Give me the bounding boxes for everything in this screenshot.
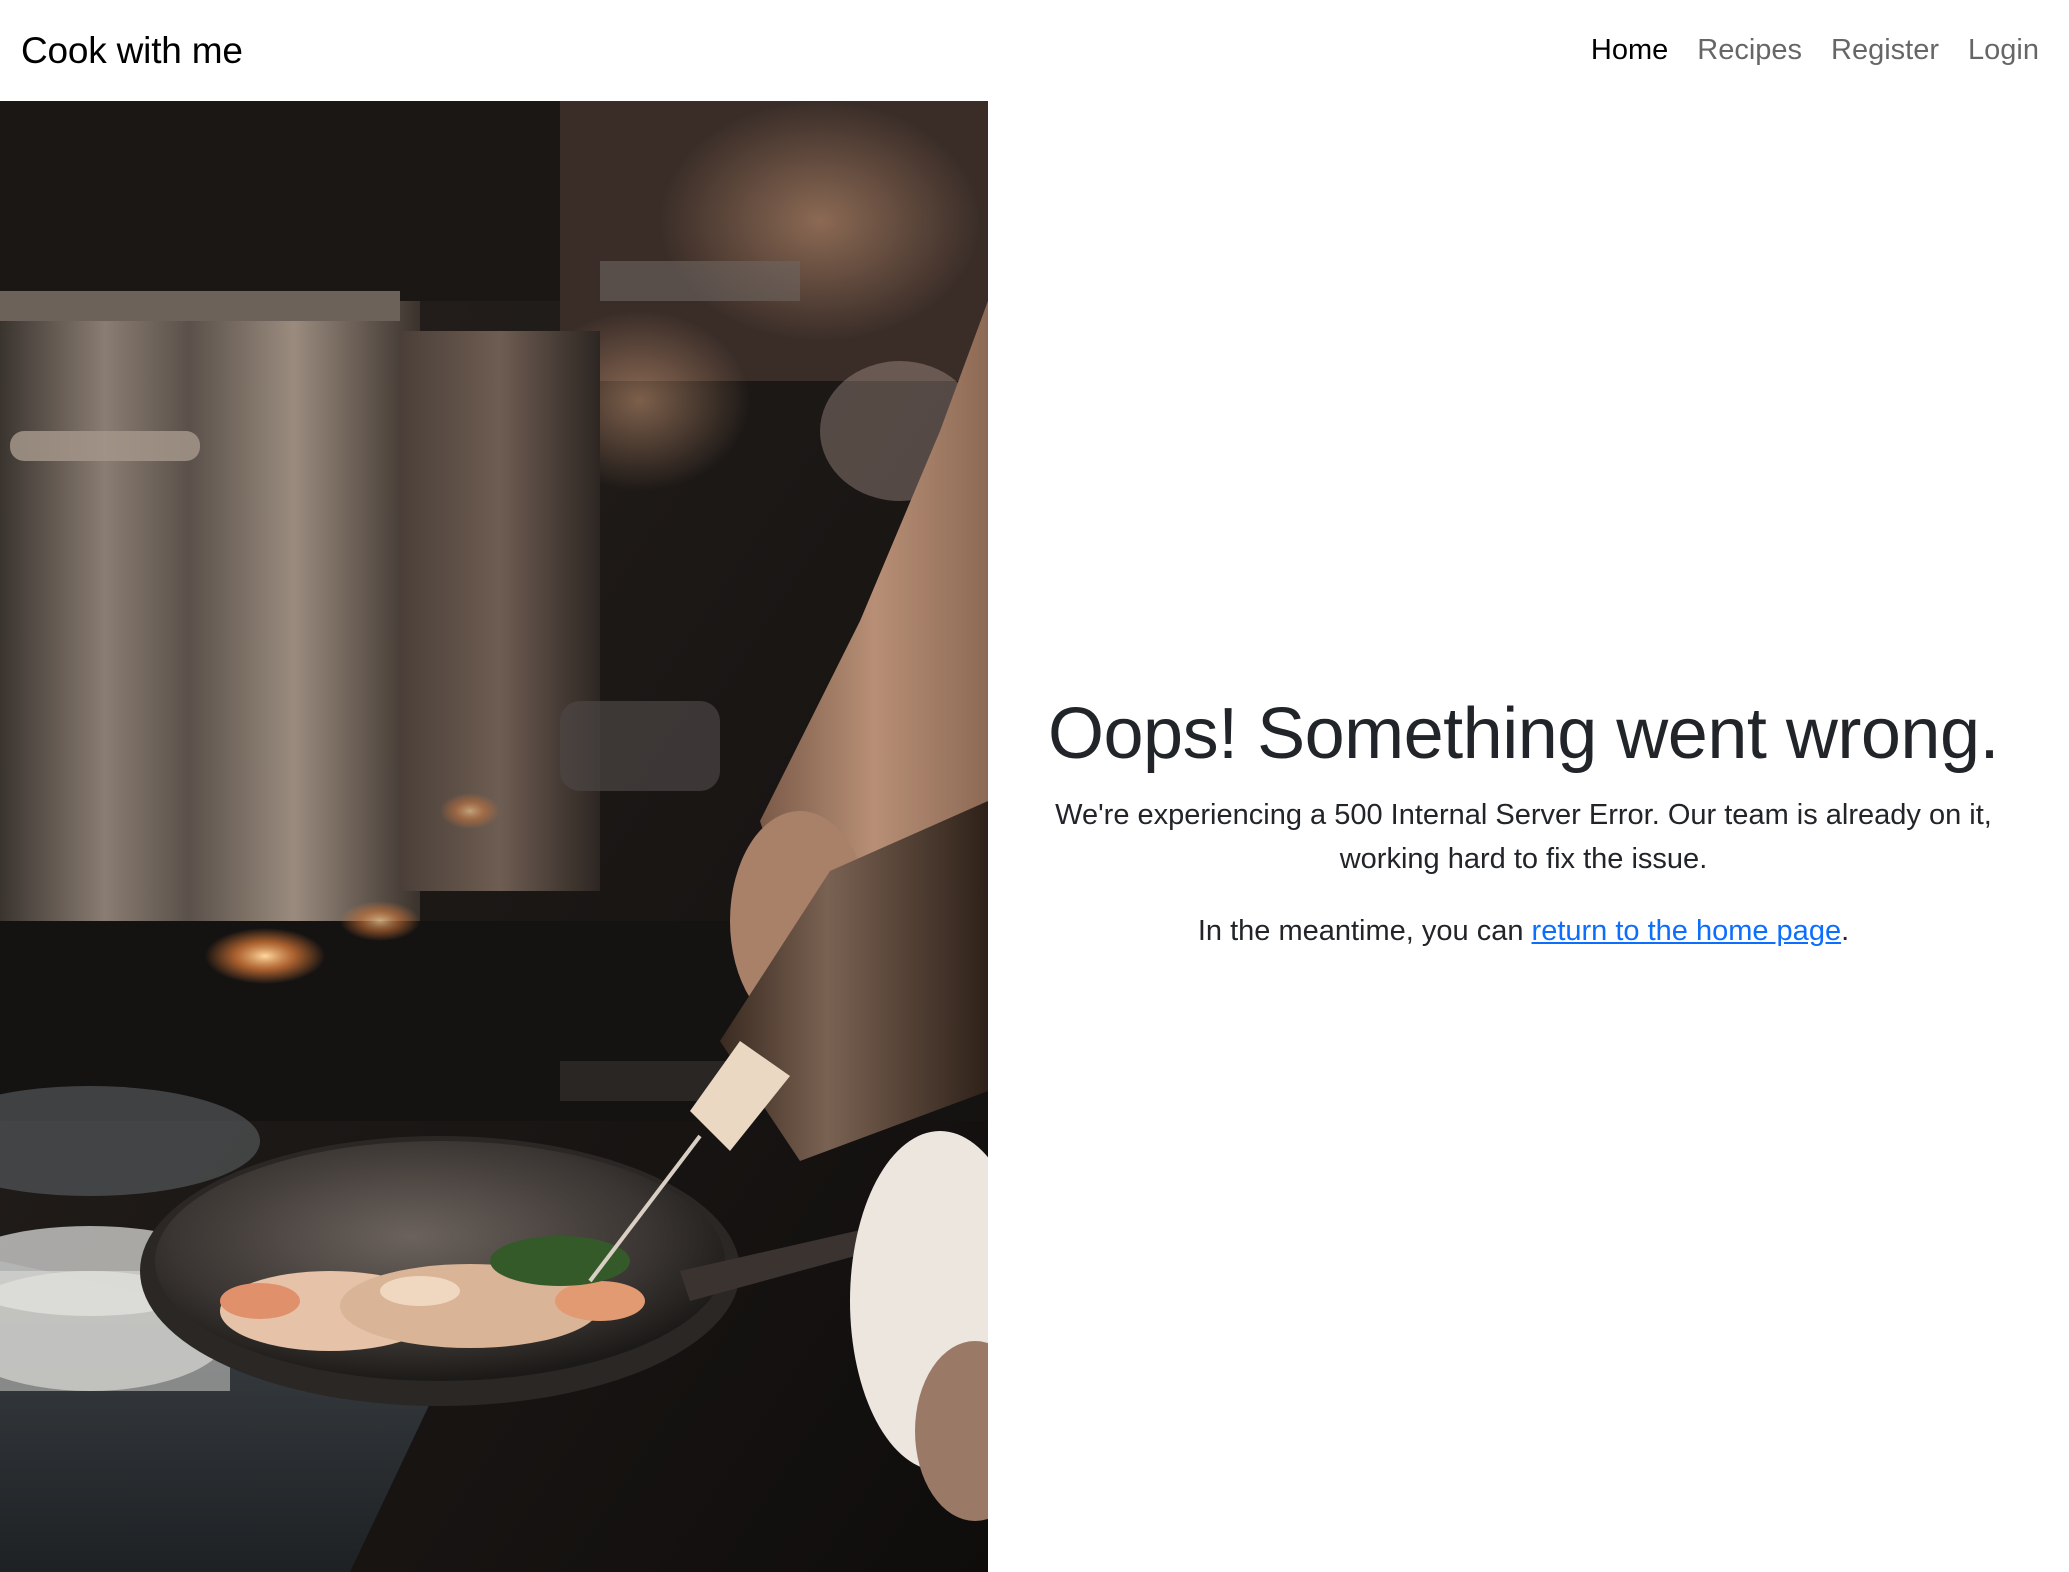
- meantime-text: In the meantime, you can return to the h…: [1198, 909, 1849, 953]
- meantime-suffix: .: [1841, 914, 1850, 947]
- error-content: Oops! Something went wrong. We're experi…: [988, 101, 2069, 1572]
- navbar: Cook with me Home Recipes Register Login: [0, 0, 2069, 101]
- nav-link-home[interactable]: Home: [1591, 34, 1668, 67]
- brand-link[interactable]: Cook with me: [21, 30, 243, 72]
- nav-link-recipes[interactable]: Recipes: [1697, 34, 1802, 67]
- error-message: We're experiencing a 500 Internal Server…: [1055, 798, 1992, 875]
- return-home-link[interactable]: return to the home page: [1532, 915, 1842, 947]
- meantime-prefix: In the meantime, you can: [1197, 914, 1532, 947]
- nav-link-login[interactable]: Login: [1968, 34, 2039, 67]
- kitchen-photo-image: [0, 101, 988, 1572]
- error-title: Oops! Something went wrong.: [1047, 693, 2000, 774]
- nav-link-register[interactable]: Register: [1831, 34, 1939, 67]
- nav-links: Home Recipes Register Login: [1591, 34, 2039, 67]
